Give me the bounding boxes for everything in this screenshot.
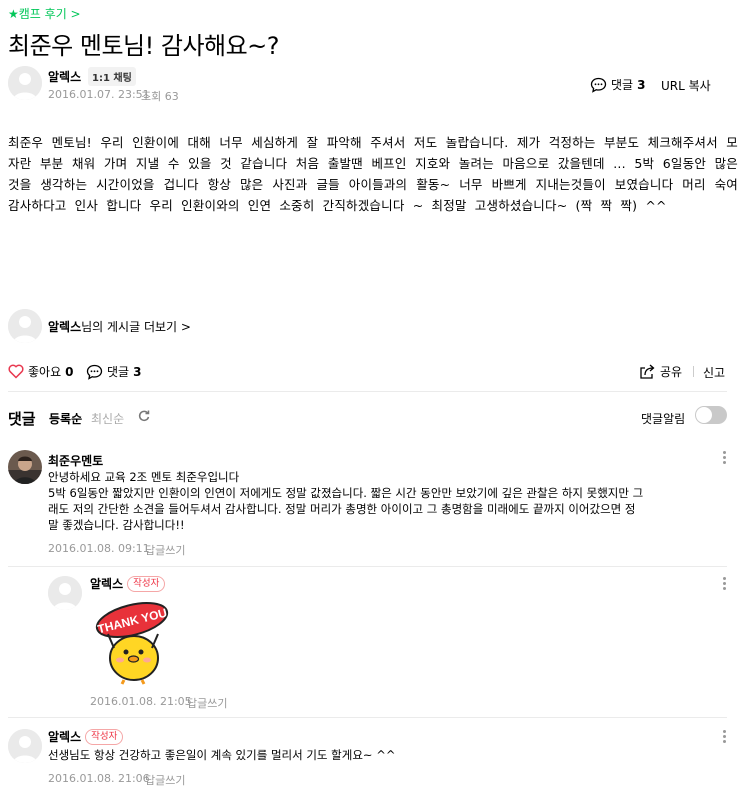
comment-button[interactable]: 댓글 3 xyxy=(86,363,141,380)
comment-icon xyxy=(86,364,103,380)
sort-registered-tab[interactable]: 등록순 xyxy=(49,410,82,427)
comment-author[interactable]: 알렉스 xyxy=(48,728,81,745)
default-avatar-icon xyxy=(8,66,42,100)
share-label: 공유 xyxy=(660,365,683,379)
comment-text-line: 래도 저의 간단한 소견을 들어두셔서 감사합니다. 정말 머리가 총명한 아이… xyxy=(48,502,636,516)
share-button[interactable]: 공유 xyxy=(639,363,682,380)
author-more-avatar[interactable] xyxy=(8,309,42,343)
comment-notify-toggle[interactable] xyxy=(695,406,727,424)
refresh-button[interactable] xyxy=(137,408,151,427)
author-more-name: 알렉스 xyxy=(48,320,82,334)
post-author-name[interactable]: 알렉스 xyxy=(48,68,81,85)
comment-label: 댓글 xyxy=(107,365,130,379)
top-comment-label: 댓글 xyxy=(611,78,634,92)
author-more-link[interactable]: 알렉스님의 게시글 더보기 > xyxy=(48,318,191,335)
comments-title: 댓글 xyxy=(8,410,36,428)
comment-avatar[interactable] xyxy=(8,729,42,763)
sort-latest-tab[interactable]: 최신순 xyxy=(91,410,124,427)
reply-link[interactable]: 답글쓰기 xyxy=(145,542,185,558)
divider xyxy=(8,717,727,718)
top-comment-number: 3 xyxy=(637,77,646,92)
comment-author[interactable]: 최준우멘토 xyxy=(48,452,103,469)
reply-link[interactable]: 답글쓰기 xyxy=(187,695,227,711)
post-views: 조회 63 xyxy=(141,90,179,103)
heart-icon xyxy=(8,364,24,379)
category-link[interactable]: ★캠프 후기 > xyxy=(8,5,81,22)
like-count: 0 xyxy=(65,364,74,379)
comment-text: 안녕하세요 교육 2조 멘토 최준우입니다 5박 6일동안 짧았지만 인환이의 … xyxy=(48,469,718,533)
comment-text-line: 안녕하세요 교육 2조 멘토 최준우입니다 xyxy=(48,470,240,484)
like-label: 좋아요 xyxy=(28,365,62,379)
divider xyxy=(8,566,727,567)
comment-count: 3 xyxy=(133,364,142,379)
author-more-suffix: 님의 게시글 더보기 > xyxy=(81,320,191,334)
reply-link[interactable]: 답글쓰기 xyxy=(145,772,185,788)
kebab-icon[interactable] xyxy=(723,577,727,592)
comment-date: 2016.01.08. 21:06 xyxy=(48,772,150,785)
divider xyxy=(8,391,727,392)
default-avatar-icon xyxy=(8,729,42,763)
thank-you-sticker: THANK YOU xyxy=(90,596,174,686)
comment-icon xyxy=(590,77,607,93)
post-date: 2016.01.07. 23:51 xyxy=(48,88,150,101)
post-title: 최준우 멘토님! 감사해요~? xyxy=(8,32,280,60)
action-divider xyxy=(693,366,694,377)
comment-text-line: 말 좋겠습니다. 감사합니다!! xyxy=(48,518,185,532)
post-body: 최준우 멘토님! 우리 인환이에 대해 너무 세심하게 잘 파악해 주셔서 저도… xyxy=(8,135,738,213)
url-copy-button[interactable]: URL 복사 xyxy=(661,77,711,94)
default-avatar-icon xyxy=(8,309,42,343)
comment-header: 알렉스 작성자 xyxy=(48,728,124,745)
writer-badge: 작성자 xyxy=(127,575,166,592)
comment-text-line: 5박 6일동안 짧았지만 인환이의 인연이 저에게도 정말 값졌습니다. 짧은 … xyxy=(48,486,644,500)
profile-photo xyxy=(8,450,42,484)
report-button[interactable]: 신고 xyxy=(703,364,725,381)
kebab-icon[interactable] xyxy=(723,451,727,466)
default-avatar-icon xyxy=(48,576,82,610)
comment-notify-label: 댓글알림 xyxy=(641,412,686,426)
comment-text: 선생님도 항상 건강하고 좋은일이 계속 있기를 멀리서 기도 할게요~ ^^ xyxy=(48,748,396,762)
comment-author[interactable]: 알렉스 xyxy=(90,575,123,592)
chick-sticker: THANK YOU xyxy=(95,602,168,685)
writer-badge: 작성자 xyxy=(85,728,124,745)
share-icon xyxy=(640,364,655,379)
comment-date: 2016.01.08. 21:05 xyxy=(90,695,192,708)
comment-date: 2016.01.08. 09:11 xyxy=(48,542,150,555)
refresh-icon xyxy=(138,410,150,422)
like-button[interactable]: 좋아요 0 xyxy=(8,363,73,380)
comment-avatar[interactable] xyxy=(8,450,42,484)
chat-badge[interactable]: 1:1 채팅 xyxy=(88,67,136,86)
comment-header: 알렉스 작성자 xyxy=(90,575,166,592)
top-comment-count[interactable]: 댓글 3 xyxy=(590,76,645,93)
author-avatar[interactable] xyxy=(8,66,42,100)
comment-avatar[interactable] xyxy=(48,576,82,610)
kebab-icon[interactable] xyxy=(723,730,727,745)
